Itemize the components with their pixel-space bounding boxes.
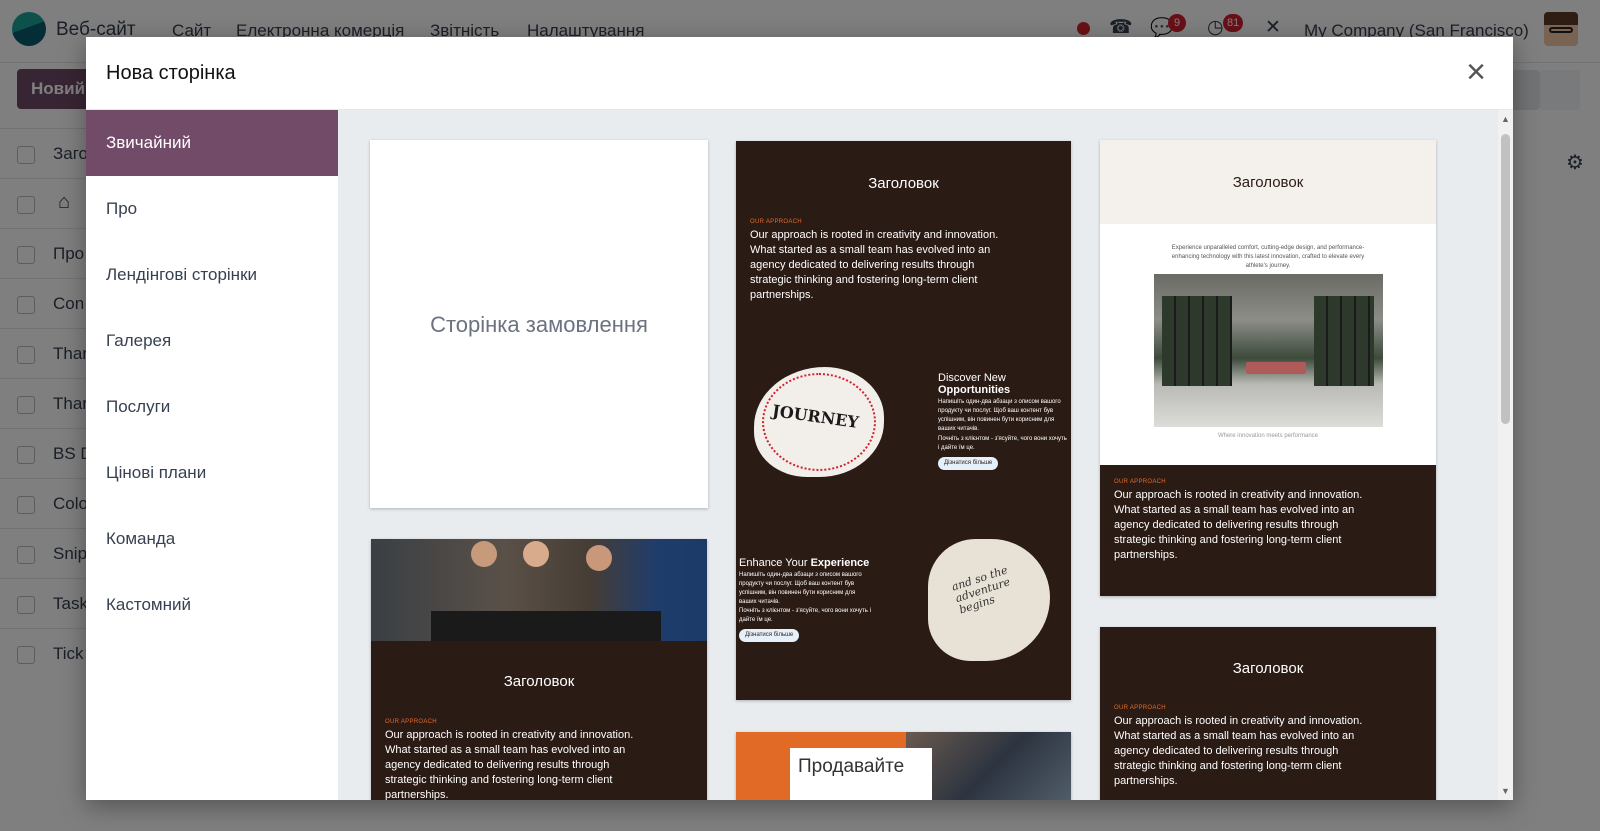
feature2-heading-bold: Experience xyxy=(810,557,870,569)
photo-caption: Where innovation meets performance xyxy=(1217,433,1319,439)
gallery-scrollbar[interactable]: ▲ ▼ xyxy=(1498,110,1513,800)
template-approach-section: OUR APPROACH Our approach is rooted in c… xyxy=(1100,465,1436,596)
close-icon[interactable]: × xyxy=(1458,55,1494,91)
dialog-title: Нова сторінка xyxy=(106,62,236,84)
scroll-down-icon[interactable]: ▼ xyxy=(1498,786,1513,796)
office-photo xyxy=(1154,274,1383,427)
template-kicker: OUR APPROACH xyxy=(1114,705,1166,711)
template-heading: Заголовок xyxy=(503,673,575,690)
adventure-image: and so the adventure begins xyxy=(928,539,1050,661)
feature2-text: Напишіть один-два абзаци з описом вашого… xyxy=(739,572,862,605)
category-pricing-plans[interactable]: Цінові плани xyxy=(86,440,338,506)
scrollbar-thumb[interactable] xyxy=(1501,134,1510,424)
template-gallery: Сторінка замовлення Заголовок OUR APPROA… xyxy=(338,110,1513,800)
feature1-text: Напишіть один-два абзаци з описом вашого… xyxy=(938,399,1061,432)
template-approach-text: Our approach is rooted in creativity and… xyxy=(385,729,634,800)
template-kicker: OUR APPROACH xyxy=(385,719,437,725)
template-approach-text: Our approach is rooted in creativity and… xyxy=(1114,715,1363,787)
journey-image: JOURNEY xyxy=(754,367,884,477)
category-services[interactable]: Послуги xyxy=(86,374,338,440)
feature1-text2: Почніть з клієнтом - з'ясуйте, чого вони… xyxy=(938,436,1067,451)
template-approach-text: Our approach is rooted in creativity and… xyxy=(1114,489,1363,561)
blank-page-template[interactable]: Сторінка замовлення xyxy=(370,140,708,508)
feature2-heading: Enhance Your Experience xyxy=(739,557,869,569)
feature1-heading: Discover New Opportunities xyxy=(938,372,1010,396)
blank-template-label: Сторінка замовлення xyxy=(430,312,648,337)
office-photo-window xyxy=(1162,296,1232,386)
template-card-team-photo[interactable]: Заголовок OUR APPROACH Our approach is r… xyxy=(371,539,707,800)
template-heading: Заголовок xyxy=(1232,660,1304,677)
dialog-header: Нова сторінка × xyxy=(86,37,1513,110)
template-category-sidebar: Звичайний Про Лендінгові сторінки Галере… xyxy=(86,110,338,800)
feature2-learn-more: Дізнатися більше xyxy=(739,629,800,642)
category-gallery[interactable]: Галерея xyxy=(86,308,338,374)
sell-label-box: Продавайте xyxy=(790,748,932,800)
team-photo xyxy=(371,539,707,641)
template-card-sell[interactable]: Продавайте xyxy=(736,732,1071,800)
feature1-heading-line1: Discover New xyxy=(938,372,1006,384)
team-photo-person xyxy=(471,541,497,567)
template-kicker: OUR APPROACH xyxy=(750,219,802,225)
template-intro-text: Experience unparalleled comfort, cutting… xyxy=(1171,245,1365,269)
template-heading: Заголовок xyxy=(868,175,939,192)
sell-label: Продавайте xyxy=(798,756,905,777)
team-photo-person xyxy=(586,545,612,571)
adventure-image-text: and so the adventure begins xyxy=(950,563,1012,617)
template-heading: Заголовок xyxy=(1232,174,1304,191)
office-photo-table xyxy=(1246,362,1306,374)
template-kicker: OUR APPROACH xyxy=(1114,479,1166,485)
office-photo-window xyxy=(1314,296,1374,386)
new-page-dialog: Нова сторінка × Звичайний Про Лендінгові… xyxy=(86,37,1513,800)
template-card-features[interactable]: Заголовок OUR APPROACH Our approach is r… xyxy=(736,141,1071,700)
feature2-heading-normal: Enhance Your xyxy=(739,557,811,569)
template-card-approach[interactable]: Заголовок OUR APPROACH Our approach is r… xyxy=(1100,627,1436,800)
scroll-up-icon[interactable]: ▲ xyxy=(1498,114,1513,124)
feature2-text2: Почніть з клієнтом - з'ясуйте, чого вони… xyxy=(739,608,871,623)
team-photo-table xyxy=(431,611,661,641)
template-approach-text: Our approach is rooted in creativity and… xyxy=(750,229,999,301)
category-custom[interactable]: Кастомний xyxy=(86,572,338,638)
category-basic[interactable]: Звичайний xyxy=(86,110,338,176)
team-photo-person xyxy=(523,541,549,567)
feature1-learn-more: Дізнатися більше xyxy=(938,457,999,470)
category-about[interactable]: Про xyxy=(86,176,338,242)
feature1-heading-line2: Opportunities xyxy=(938,384,1011,396)
category-landing-pages[interactable]: Лендінгові сторінки xyxy=(86,242,338,308)
category-team[interactable]: Команда xyxy=(86,506,338,572)
template-card-product-intro[interactable]: Заголовок Experience unparalleled comfor… xyxy=(1100,140,1436,596)
